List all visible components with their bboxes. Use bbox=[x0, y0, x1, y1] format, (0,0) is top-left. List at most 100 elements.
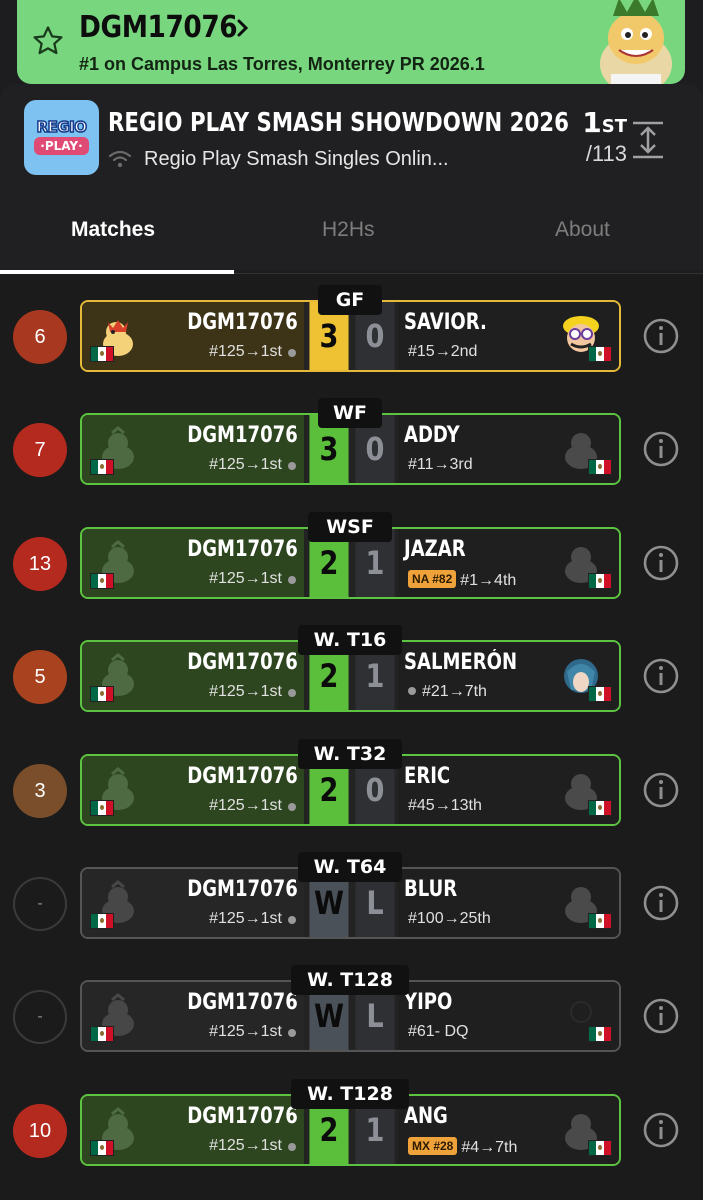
tab-h2hs[interactable]: H2Hs bbox=[322, 214, 375, 274]
player-side: DGM17076 #125→1st bbox=[82, 1095, 304, 1164]
opponent-name: YIPO bbox=[404, 990, 453, 1016]
opponent-seed: #11→3rd bbox=[408, 456, 473, 474]
tab-about[interactable]: About bbox=[555, 214, 610, 274]
entrant-count: /113 bbox=[585, 141, 627, 166]
opponent-seed-line: MX #28 #4→7th bbox=[408, 1136, 518, 1157]
player-side: DGM17076 #125→1st bbox=[82, 302, 304, 370]
opponent-seed-line: #21→7th bbox=[408, 683, 487, 701]
player-side: DGM17076 #125→1st bbox=[82, 982, 304, 1051]
match-row[interactable]: 5 DGM17076 #125→1st 2 1 SALMERÓN #21→7th W. T16 bbox=[0, 625, 703, 738]
mexico-flag-icon bbox=[90, 572, 114, 589]
info-icon[interactable] bbox=[642, 544, 680, 582]
star-icon[interactable] bbox=[31, 24, 65, 58]
info-icon[interactable] bbox=[642, 657, 680, 695]
player-seed: #125→1st bbox=[209, 796, 282, 814]
status-dot bbox=[288, 689, 296, 698]
status-dot bbox=[288, 916, 296, 924]
player-name: DGM17076 bbox=[187, 423, 298, 449]
player-name: DGM17076 bbox=[187, 1103, 298, 1129]
opponent-side: BLUR #100→25th bbox=[398, 869, 619, 937]
status-dot bbox=[288, 1029, 296, 1038]
player-side: DGM17076 #125→1st bbox=[82, 755, 304, 824]
opponent-seed-line: #11→3rd bbox=[408, 456, 473, 474]
collapse-icon[interactable] bbox=[630, 121, 666, 159]
player-name: DGM17076 bbox=[187, 877, 298, 902]
info-icon[interactable] bbox=[642, 771, 680, 809]
status-dot bbox=[288, 802, 296, 811]
logo-text-top: REGIO bbox=[36, 117, 88, 137]
match-row[interactable]: 13 DGM17076 #125→1st 2 1 JAZAR NA #82 #1→4th WSF bbox=[0, 511, 703, 625]
player-banner[interactable]: DGM17076 #1 on Campus Las Torres, Monter… bbox=[17, 0, 685, 84]
opponent-seed: #15→2nd bbox=[408, 343, 478, 360]
info-icon[interactable] bbox=[642, 997, 680, 1035]
match-row[interactable]: 3 DGM17076 #125→1st 2 0 ERIC #45→13th W. T32 bbox=[0, 738, 703, 852]
banner-player-name[interactable]: DGM17076 bbox=[79, 10, 238, 45]
opponent-seed: #100→25th bbox=[408, 910, 491, 927]
match-seed-badge: 7 bbox=[13, 423, 67, 478]
player-seed: #125→1st bbox=[209, 1023, 282, 1041]
status-dot bbox=[408, 687, 416, 696]
player-side: DGM17076 #125→1st bbox=[82, 528, 304, 597]
player-side: DGM17076 #125→1st bbox=[82, 642, 304, 711]
player-name: DGM17076 bbox=[187, 310, 298, 335]
event-name[interactable]: Regio Play Smash Singles Onlin... bbox=[144, 148, 449, 171]
opponent-name: ERIC bbox=[404, 763, 451, 789]
opponent-seed-line: #15→2nd bbox=[408, 343, 477, 361]
info-icon[interactable] bbox=[642, 1111, 680, 1149]
mexico-flag-icon bbox=[90, 1026, 114, 1043]
wifi-online-icon bbox=[108, 150, 132, 168]
opponent-side: JAZAR NA #82 #1→4th bbox=[398, 528, 619, 597]
info-icon[interactable] bbox=[642, 884, 680, 922]
tournament-logo: REGIO ·PLAY· bbox=[24, 100, 99, 175]
opponent-side: ERIC #45→13th bbox=[398, 755, 619, 824]
opponent-seed: #61- DQ bbox=[408, 1023, 469, 1041]
player-name: DGM17076 bbox=[187, 650, 298, 676]
opponent-seed-line: #100→25th bbox=[408, 910, 491, 928]
mexico-flag-icon bbox=[588, 686, 612, 703]
match-row[interactable]: 6 DGM17076 #125→1st 3 0 SAVIOR. #15→2nd GF bbox=[0, 285, 703, 398]
mexico-flag-icon bbox=[90, 346, 114, 362]
opponent-name: SALMERÓN bbox=[404, 650, 518, 676]
chevron-right-icon[interactable] bbox=[235, 18, 251, 38]
opponent-side: SALMERÓN #21→7th bbox=[398, 642, 619, 711]
match-row[interactable]: 10 DGM17076 #125→1st 2 1 ANG MX #28 #4→7th W. T1… bbox=[0, 1078, 703, 1192]
mexico-flag-icon bbox=[588, 799, 612, 816]
info-icon[interactable] bbox=[642, 317, 680, 355]
match-row[interactable]: - DGM17076 #125→1st W L YIPO #61- DQ W. T128 bbox=[0, 965, 703, 1078]
round-label: W. T64 bbox=[298, 852, 402, 882]
opponent-seed: #1→4th bbox=[460, 571, 517, 589]
opponent-side: ADDY #11→3rd bbox=[398, 415, 619, 484]
placement-suffix: ST bbox=[601, 116, 627, 137]
placement-number: 1 bbox=[582, 106, 602, 139]
round-label: W. T128 bbox=[291, 965, 409, 996]
match-seed-badge: 10 bbox=[13, 1103, 67, 1158]
opponent-name: ADDY bbox=[404, 423, 460, 449]
match-row[interactable]: 7 DGM17076 #125→1st 3 0 ADDY #11→3rd WF bbox=[0, 398, 703, 511]
player-name: DGM17076 bbox=[187, 990, 298, 1016]
opponent-seed: #4→7th bbox=[461, 1138, 518, 1156]
round-label: W. T128 bbox=[291, 1078, 409, 1109]
status-dot bbox=[288, 462, 296, 471]
match-row[interactable]: - DGM17076 #125→1st W L BLUR #100→25th W. T64 bbox=[0, 852, 703, 965]
player-seed: #125→1st bbox=[209, 456, 282, 474]
info-icon[interactable] bbox=[642, 430, 680, 468]
opponent-seed-line: NA #82 #1→4th bbox=[408, 569, 517, 590]
status-dot bbox=[288, 1142, 296, 1151]
rank-badge: NA #82 bbox=[408, 569, 457, 588]
match-list: 6 DGM17076 #125→1st 3 0 SAVIOR. #15→2nd GF 7 DGM1… bbox=[0, 274, 703, 1200]
round-label: W. T32 bbox=[298, 738, 402, 769]
mexico-flag-icon bbox=[90, 686, 114, 703]
player-seed: #125→1st bbox=[209, 683, 282, 701]
rank-badge: MX #28 bbox=[408, 1136, 458, 1155]
round-label: GF bbox=[318, 285, 382, 315]
opponent-side: SAVIOR. #15→2nd bbox=[398, 302, 619, 370]
mexico-flag-icon bbox=[588, 1026, 612, 1043]
opponent-name: SAVIOR. bbox=[404, 310, 487, 335]
tournament-title[interactable]: REGIO PLAY SMASH SHOWDOWN 2026 bbox=[108, 108, 569, 138]
tab-matches[interactable]: Matches bbox=[71, 214, 155, 274]
opponent-side: ANG MX #28 #4→7th bbox=[398, 1095, 619, 1164]
match-seed-badge: 5 bbox=[13, 650, 67, 705]
opponent-seed: #45→13th bbox=[408, 796, 482, 814]
match-seed-badge: - bbox=[13, 990, 67, 1045]
player-seed: #125→1st bbox=[209, 1136, 282, 1154]
